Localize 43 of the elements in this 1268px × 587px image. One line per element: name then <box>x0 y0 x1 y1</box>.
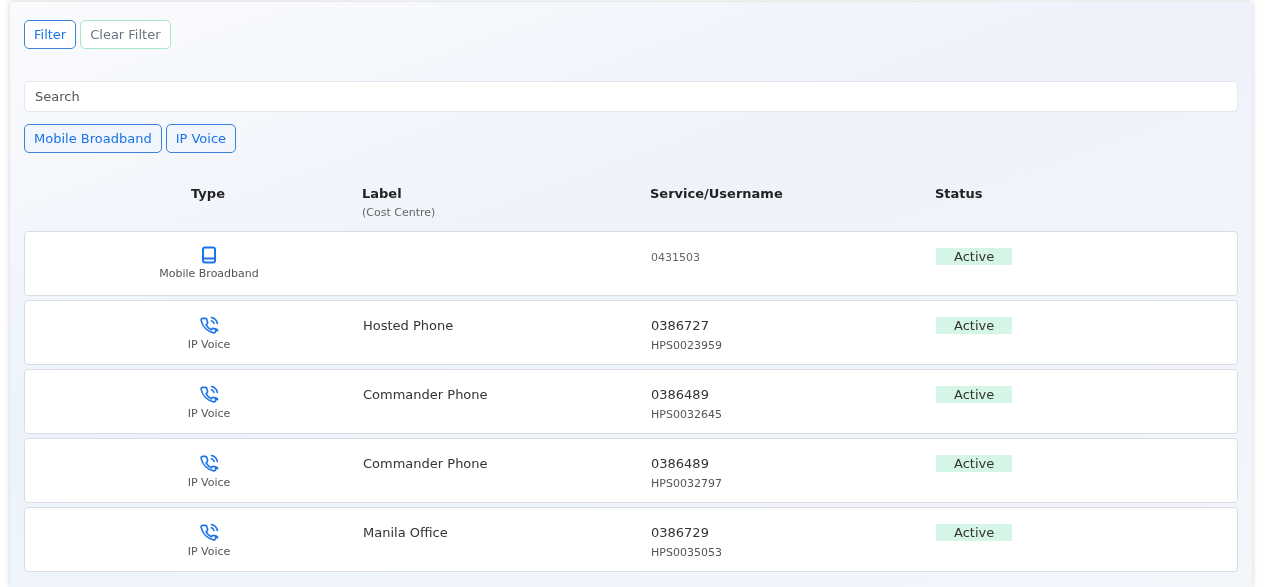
service-label: Manila Office <box>363 525 448 540</box>
phone-icon <box>199 315 219 335</box>
service-row[interactable]: Mobile Broadband 0431503 Active <box>24 231 1238 296</box>
username: HPS0023959 <box>651 339 723 352</box>
column-header: Status <box>935 186 983 201</box>
clear-filter-button[interactable]: Clear Filter <box>80 20 171 49</box>
type-filter-button[interactable]: Mobile Broadband <box>24 124 162 153</box>
service-number: 0386489 <box>651 387 709 402</box>
service-row[interactable]: IP Voice Commander Phone 0386489 HPS0032645 Active <box>24 369 1238 434</box>
phone-icon <box>199 522 219 542</box>
status-badge: Active <box>936 524 1013 541</box>
column-header: Service/Username <box>650 186 783 201</box>
service-type: IP Voice <box>187 407 231 420</box>
username: HPS0035053 <box>651 546 723 559</box>
service-number: 0386727 <box>651 318 709 333</box>
service-row[interactable]: IP Voice Commander Phone 0386489 HPS0032797 Active <box>24 438 1238 503</box>
username: HPS0032645 <box>651 408 723 421</box>
filter-button[interactable]: Filter <box>24 20 77 49</box>
service-row[interactable]: IP Voice Hosted Phone 0386727 HPS0023959 Active <box>24 300 1238 365</box>
service-number: 0386729 <box>651 525 709 540</box>
status-badge: Active <box>936 317 1013 334</box>
column-subtitle: (Cost Centre) <box>362 206 437 219</box>
column-header: Type <box>191 186 225 201</box>
username: HPS0032797 <box>651 477 723 490</box>
service-type: IP Voice <box>187 476 231 489</box>
service-type: IP Voice <box>187 545 231 558</box>
phone-icon <box>199 384 219 404</box>
search-field[interactable]: Search <box>24 81 1238 112</box>
tablet-icon <box>201 246 217 264</box>
status-badge: Active <box>936 248 1013 265</box>
service-row[interactable]: IP Voice Manila Office 0386729 HPS0035053 Active <box>24 507 1238 572</box>
service-label: Commander Phone <box>363 456 488 471</box>
status-badge: Active <box>936 455 1013 472</box>
status-badge: Active <box>936 386 1013 403</box>
service-number: 0431503 <box>651 251 700 264</box>
service-type: Mobile Broadband <box>159 267 259 280</box>
service-number: 0386489 <box>651 456 709 471</box>
service-label: Commander Phone <box>363 387 488 402</box>
column-header: Label <box>362 186 402 201</box>
service-type: IP Voice <box>187 338 231 351</box>
type-filter-button[interactable]: IP Voice <box>165 124 237 153</box>
service-label: Hosted Phone <box>363 318 454 333</box>
phone-icon <box>199 453 219 473</box>
